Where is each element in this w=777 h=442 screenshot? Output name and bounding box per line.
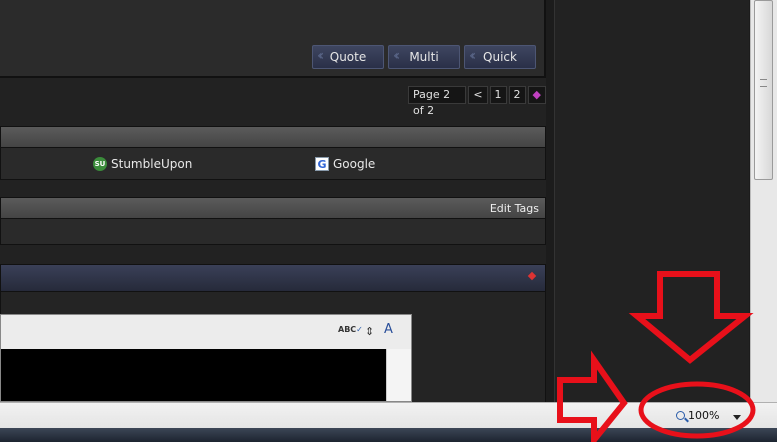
browser-window: ‹‹ Quote ‹‹ Multi ‹‹ Quick Page 2 of 2 <…: [0, 0, 777, 442]
multi-quote-button[interactable]: ‹‹ Multi: [388, 45, 460, 69]
stumbleupon-label: StumbleUpon: [111, 157, 193, 171]
spellcheck-icon[interactable]: ABC✓: [338, 325, 363, 334]
zoom-control[interactable]: 100%: [676, 409, 719, 422]
page-scrollbar[interactable]: [750, 0, 777, 402]
google-icon: G: [315, 157, 329, 171]
taskbar: [0, 428, 777, 442]
bookmarks-header: [1, 127, 545, 148]
message-textarea[interactable]: [1, 349, 387, 401]
stumbleupon-icon: SU: [93, 157, 107, 171]
quote-button[interactable]: ‹‹ Quote: [312, 45, 384, 69]
quick-button-label: Quick: [483, 50, 517, 64]
font-format-icon-label: A: [384, 322, 393, 337]
quote-button-label: Quote: [329, 50, 367, 64]
scrollbar-thumb[interactable]: [754, 0, 773, 180]
resize-arrows-icon[interactable]: ⇕: [365, 325, 374, 338]
font-format-icon[interactable]: A: [384, 322, 393, 337]
chevron-left-icon: ‹‹: [317, 48, 324, 64]
tags-panel: Edit Tags: [0, 197, 546, 245]
zoom-magnifier-icon: [676, 411, 685, 420]
post-action-buttons: ‹‹ Quote ‹‹ Multi ‹‹ Quick: [312, 45, 536, 69]
scrollbar-grip: [760, 79, 767, 87]
page-link-1[interactable]: 1: [489, 86, 507, 104]
google-label: Google: [333, 157, 376, 171]
right-sidebar: [546, 0, 750, 402]
multi-button-label: Multi: [409, 50, 439, 64]
social-bookmarks-panel: SU StumbleUpon G Google: [0, 126, 546, 180]
zoom-dropdown-icon[interactable]: [733, 415, 741, 420]
page-indicator: Page 2 of 2: [408, 86, 467, 117]
chevron-left-icon: ‹‹: [469, 48, 476, 64]
stumbleupon-link[interactable]: SU StumbleUpon: [93, 157, 192, 171]
editor-toolbar: ABC✓ ⇕ A: [1, 315, 411, 349]
right-sidebar-inner: [554, 0, 749, 402]
spellcheck-icon-label: ABC: [338, 325, 357, 334]
page-link-2[interactable]: 2: [508, 86, 526, 104]
tags-header: Edit Tags: [1, 198, 545, 219]
quick-reply-button[interactable]: ‹‹ Quick: [464, 45, 536, 69]
collapse-icon[interactable]: [527, 271, 537, 281]
editor-scrollbar[interactable]: [386, 349, 411, 401]
pagination: Page 2 of 2 < 1 2 ◆: [408, 86, 546, 117]
chevron-left-icon: ‹‹: [393, 48, 400, 64]
forum-content: ‹‹ Quote ‹‹ Multi ‹‹ Quick Page 2 of 2 <…: [0, 0, 546, 404]
quick-reply-header: [1, 265, 545, 292]
zoom-level: 100%: [688, 409, 720, 422]
post-body: ‹‹ Quote ‹‹ Multi ‹‹ Quick: [0, 0, 546, 78]
page-jump-icon[interactable]: ◆: [527, 86, 546, 104]
edit-tags-link[interactable]: Edit Tags: [490, 202, 539, 215]
google-link[interactable]: G Google: [315, 157, 375, 171]
prev-page-link[interactable]: <: [468, 86, 488, 104]
reply-editor: ABC✓ ⇕ A: [0, 314, 412, 402]
